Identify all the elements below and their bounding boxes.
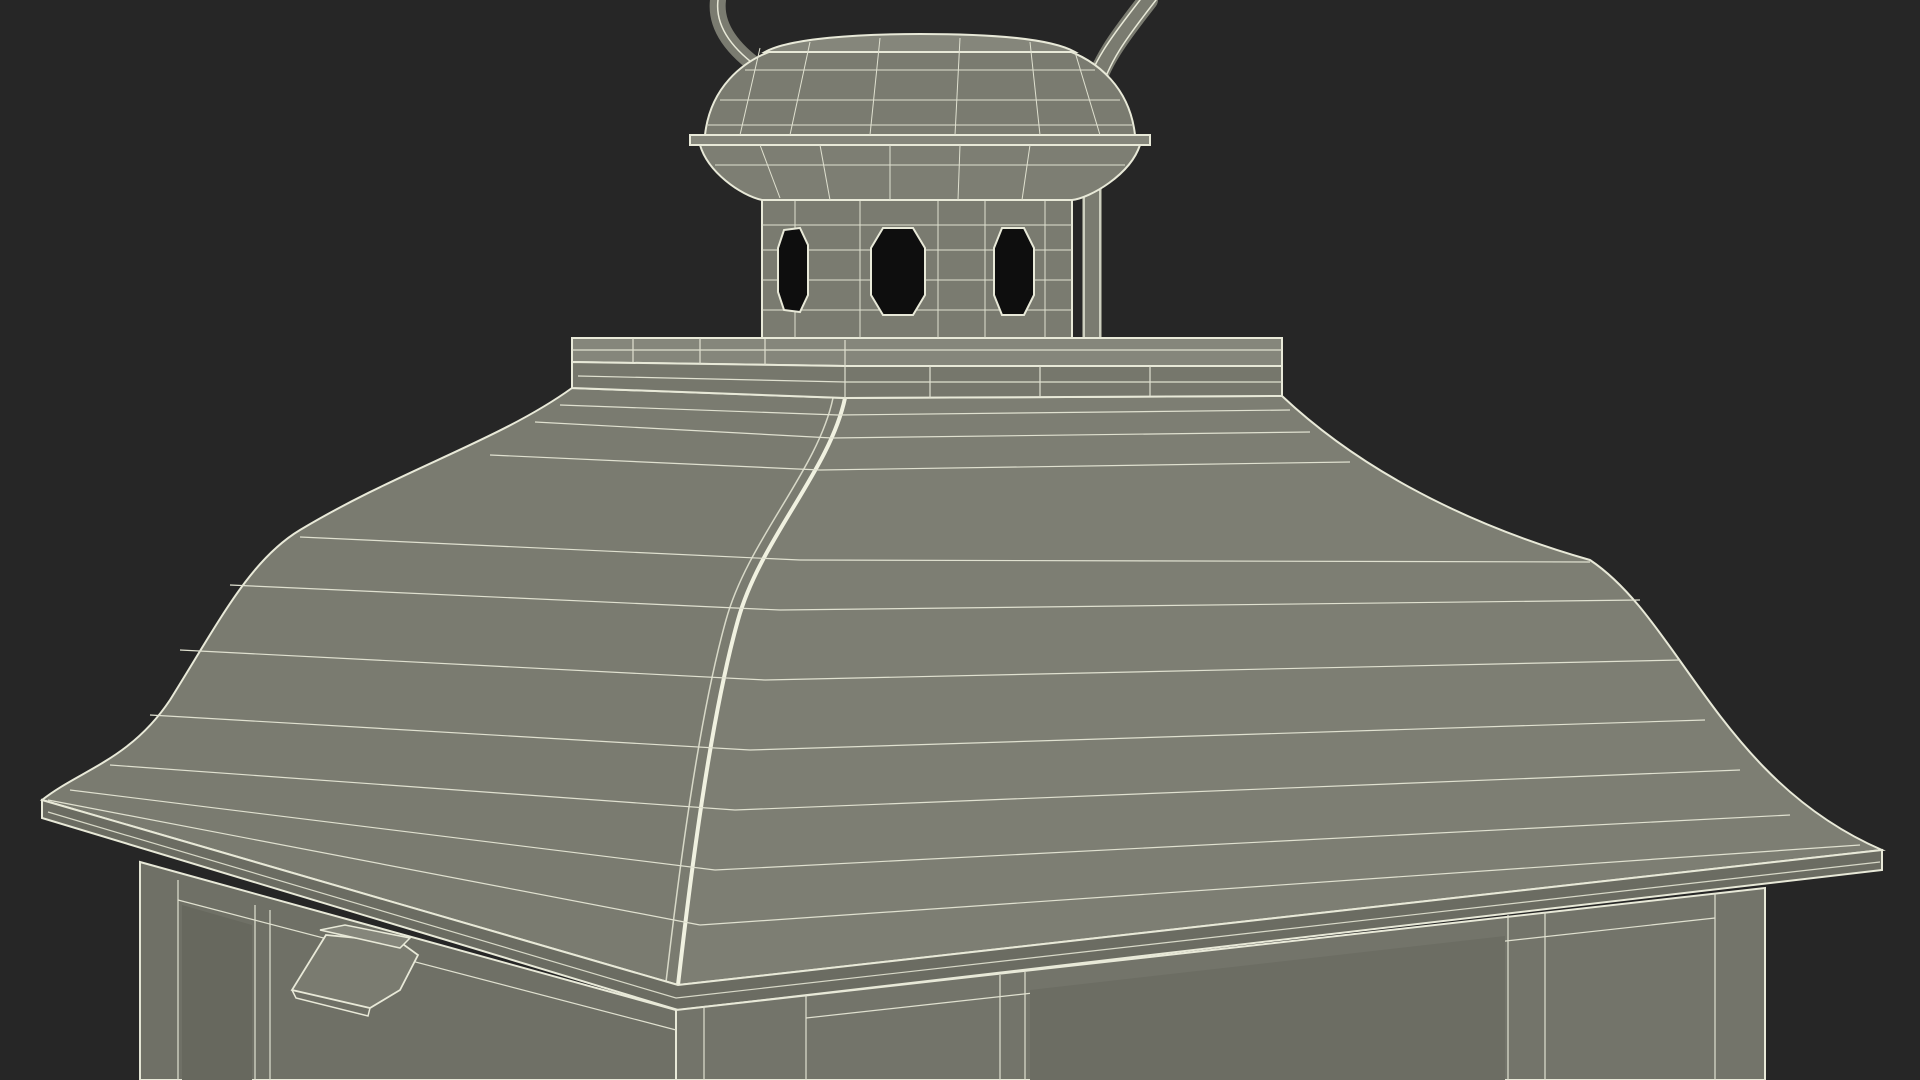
cap-top [761,32,1079,53]
lantern-wireframe-scene [39,0,1886,1080]
vent-hole-right [993,227,1035,316]
render-viewport [0,0,1920,1080]
base-plate-top [571,337,1283,367]
roof-base-plate [571,337,1283,400]
vent-hole-left [777,226,809,314]
cupola-cap [689,32,1151,201]
cap-dome [703,47,1137,136]
base-plate-front [571,360,1283,400]
cupola [761,199,1073,339]
glass-panel-left [182,905,252,1080]
vent-hole-center [870,227,926,316]
cap-lower-ring [698,144,1142,201]
cap-brim [689,134,1151,146]
